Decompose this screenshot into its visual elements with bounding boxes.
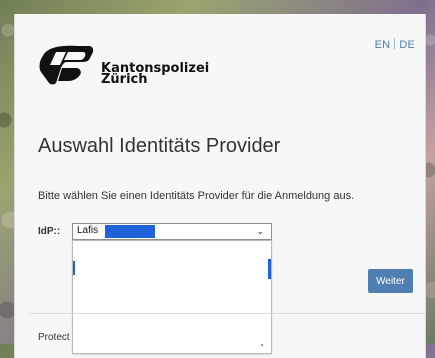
footer-dot xyxy=(261,344,263,346)
next-button[interactable]: Weiter xyxy=(368,269,413,293)
dropdown-scroll-highlight xyxy=(268,259,271,279)
language-en-link[interactable]: EN xyxy=(375,39,391,51)
language-divider xyxy=(394,38,396,49)
idp-dropdown-list[interactable] xyxy=(72,240,272,354)
page-title: Auswahl Identitäts Provider xyxy=(38,135,281,157)
footer-text: Protect xyxy=(38,332,70,343)
chevron-down-icon: ⌄ xyxy=(256,226,264,236)
redacted-selection xyxy=(105,225,155,238)
dropdown-selection-marker xyxy=(73,261,75,275)
logo-text: Kantonspolizei Zürich xyxy=(101,62,209,86)
language-de-link[interactable]: DE xyxy=(399,39,415,51)
idp-label: IdP:: xyxy=(38,226,61,237)
footer-divider xyxy=(29,313,425,314)
idp-selected-value: Lafis xyxy=(77,225,99,236)
language-switcher: EN DE xyxy=(375,38,415,51)
login-card: EN DE Kantonspolizei Zürich Auswahl Ident… xyxy=(14,14,426,358)
brand-logo: Kantonspolizei Zürich xyxy=(39,44,229,100)
idp-select[interactable]: Lafis ⌄ xyxy=(72,223,272,240)
instruction-text: Bitte wählen Sie einen Identitäts Provid… xyxy=(38,190,355,202)
police-logo-icon xyxy=(39,45,94,85)
